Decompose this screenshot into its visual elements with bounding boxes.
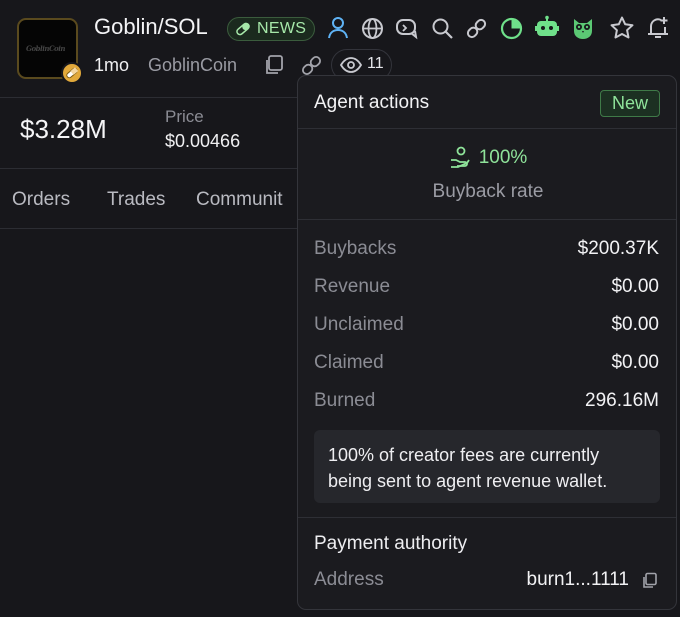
tab-community[interactable]: Communit (196, 189, 283, 211)
row-claimed-value: $0.00 (611, 352, 659, 373)
copy-icon[interactable] (263, 54, 285, 76)
news-badge[interactable]: NEWS (227, 17, 315, 41)
owl-icon[interactable] (570, 15, 596, 41)
link-icon-small[interactable] (300, 54, 323, 77)
bell-plus-icon[interactable] (645, 15, 671, 41)
pill-badge-icon (61, 62, 83, 84)
payment-authority-title: Payment authority (314, 533, 468, 554)
creator-fees-note: 100% of creator fees are currently being… (314, 430, 660, 503)
token-name: GoblinCoin (148, 55, 238, 75)
eye-icon (340, 57, 362, 73)
row-burned-label: Burned (314, 390, 376, 411)
address-label: Address (314, 569, 384, 590)
row-unclaimed-value: $0.00 (611, 314, 659, 335)
star-icon[interactable] (609, 15, 635, 41)
tab-orders[interactable]: Orders (12, 189, 70, 211)
copy-address-icon[interactable] (641, 572, 658, 589)
popover-title: Agent actions (314, 92, 430, 113)
address-value: burn1...1111 (526, 569, 629, 590)
market-cap: $3.28M (20, 114, 107, 144)
price-value: $0.00466 (165, 131, 241, 151)
chat-icon[interactable] (395, 17, 419, 40)
row-revenue-label: Revenue (314, 276, 391, 297)
hand-coin-icon (449, 146, 471, 170)
robot-icon[interactable] (534, 15, 560, 41)
globe-icon[interactable] (361, 17, 384, 40)
token-age: 1mo (94, 55, 130, 75)
row-burned-value: 296.16M (585, 390, 659, 411)
row-buybacks-label: Buybacks (314, 238, 397, 259)
news-label: NEWS (257, 20, 307, 37)
user-icon[interactable] (327, 16, 349, 40)
token-logo-text: GoblinCoin (26, 44, 65, 53)
row-revenue-value: $0.00 (611, 276, 659, 297)
tab-trades[interactable]: Trades (107, 189, 165, 211)
price-label: Price (165, 107, 204, 126)
watchers-count: 11 (367, 55, 384, 72)
agent-actions-popover: Agent actions New 100% Buyback rate Buyb… (297, 75, 677, 610)
row-claimed-label: Claimed (314, 352, 384, 373)
pie-chart-icon[interactable] (500, 17, 523, 40)
new-badge: New (600, 90, 660, 117)
buyback-rate-value: 100% (478, 147, 528, 168)
buyback-rate-label: Buyback rate (432, 181, 544, 202)
row-unclaimed-label: Unclaimed (314, 314, 404, 335)
pair-title: Goblin/SOL (94, 14, 208, 39)
pill-icon (235, 22, 251, 36)
row-buybacks-value: $200.37K (577, 238, 659, 259)
search-icon[interactable] (431, 17, 454, 40)
link-icon[interactable] (465, 17, 488, 40)
buyback-rate: 100% (298, 146, 676, 170)
